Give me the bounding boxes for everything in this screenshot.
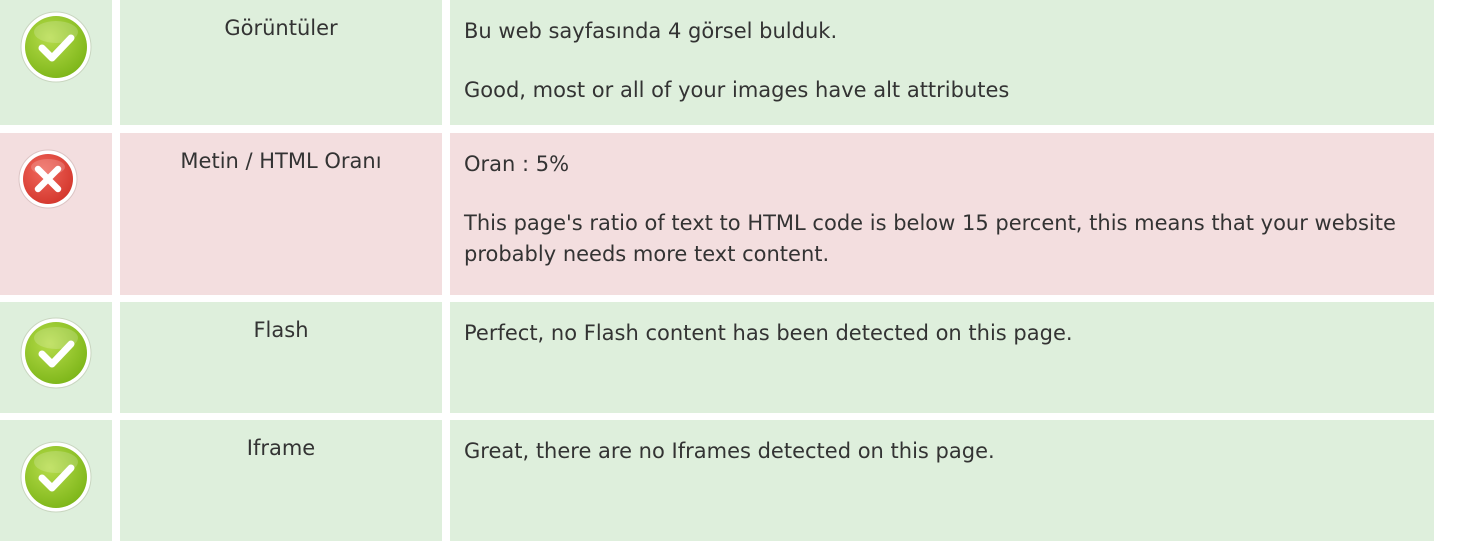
row-label-cell: Flash <box>120 302 442 413</box>
table-row-flash: Flash Perfect, no Flash content has been… <box>0 302 1434 413</box>
check-icon <box>19 10 93 125</box>
description-line: Great, there are no Iframes detected on … <box>464 439 995 463</box>
row-description-cell: Bu web sayfasında 4 görsel bulduk. Good,… <box>450 0 1434 125</box>
status-cell <box>0 0 112 125</box>
row-description-cell: Perfect, no Flash content has been detec… <box>450 302 1434 413</box>
check-icon <box>19 316 93 413</box>
row-label: Metin / HTML Oranı <box>180 149 382 173</box>
row-description-cell: Great, there are no Iframes detected on … <box>450 420 1434 541</box>
row-label-cell: Iframe <box>120 420 442 541</box>
check-icon <box>19 440 93 541</box>
description-line: Good, most or all of your images have al… <box>464 78 1010 102</box>
cross-icon <box>18 139 78 295</box>
row-label-cell: Metin / HTML Oranı <box>120 133 442 295</box>
row-description-cell: Oran : 5% This page's ratio of text to H… <box>450 133 1434 295</box>
row-label: Görüntüler <box>224 16 338 40</box>
seo-report-table: Görüntüler Bu web sayfasında 4 görsel bu… <box>0 0 1459 541</box>
description-line: Perfect, no Flash content has been detec… <box>464 321 1073 345</box>
description-line: Bu web sayfasında 4 görsel bulduk. <box>464 19 838 43</box>
status-cell <box>0 133 112 295</box>
table-row-text-html-ratio: Metin / HTML Oranı Oran : 5% This page's… <box>0 133 1434 295</box>
row-label-cell: Görüntüler <box>120 0 442 125</box>
description-line: Oran : 5% <box>464 152 570 176</box>
description-line: This page's ratio of text to HTML code i… <box>464 211 1396 266</box>
row-label: Iframe <box>246 436 316 460</box>
status-cell <box>0 420 112 541</box>
row-label: Flash <box>253 318 309 342</box>
table-row-images: Görüntüler Bu web sayfasında 4 görsel bu… <box>0 0 1434 125</box>
table-row-iframe: Iframe Great, there are no Iframes detec… <box>0 420 1434 541</box>
status-cell <box>0 302 112 413</box>
